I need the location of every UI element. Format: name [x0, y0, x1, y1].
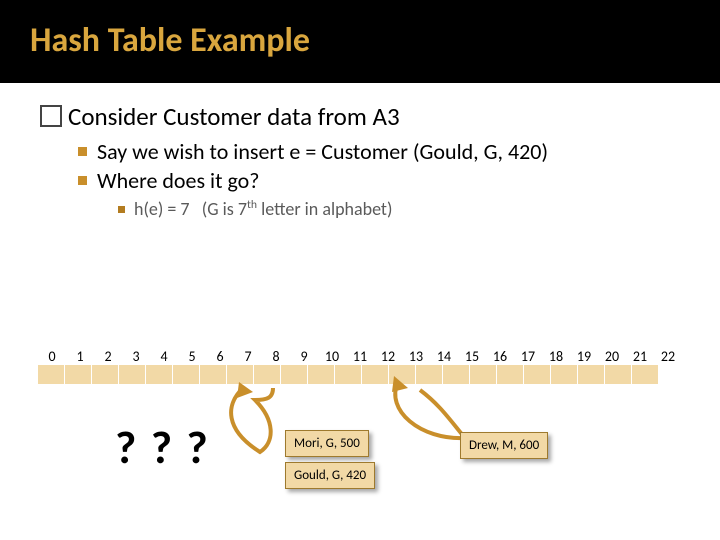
checkbox-icon: [40, 105, 62, 127]
slot-cell: [308, 365, 335, 385]
slot-cell: [497, 365, 524, 385]
index-cell: 6: [206, 348, 234, 365]
index-cell: 7: [234, 348, 262, 365]
square-bullet-small-icon: [118, 206, 125, 213]
slot-cell: [551, 365, 578, 385]
slide-title: Hash Table Example: [0, 0, 720, 83]
square-bullet-icon: [78, 176, 87, 185]
slot-cell: [173, 365, 200, 385]
bullet-3-pre: h(e) = 7 (G is 7: [134, 198, 247, 220]
slot-cell: [119, 365, 146, 385]
index-cell: 0: [38, 348, 66, 365]
slot-cell: [578, 365, 605, 385]
index-cell: 10: [318, 348, 346, 365]
index-cell: 15: [458, 348, 486, 365]
hash-table: 012345678910111213141516171819202122: [38, 348, 682, 385]
index-cell: 1: [66, 348, 94, 365]
square-bullet-icon: [78, 147, 87, 156]
slot-cell: [524, 365, 551, 385]
bullet-3-sup: th: [247, 198, 257, 212]
bullet-3-post: letter in alphabet): [257, 198, 392, 220]
slot-cell: [632, 365, 659, 385]
slot-row: [38, 365, 682, 385]
record-label-mori: Mori, G, 500: [285, 430, 369, 457]
bullet-level-2-a: Say we wish to insert e = Customer (Goul…: [78, 138, 680, 165]
index-cell: 2: [94, 348, 122, 365]
question-marks: ? ? ?: [115, 420, 210, 476]
index-cell: 20: [598, 348, 626, 365]
bullet-2a-text: Say we wish to insert e = Customer (Goul…: [97, 138, 548, 165]
slot-cell: [146, 365, 173, 385]
index-cell: 16: [486, 348, 514, 365]
index-cell: 3: [122, 348, 150, 365]
bullet-2b-text: Where does it go?: [97, 167, 259, 194]
index-cell: 9: [290, 348, 318, 365]
record-label-drew: Drew, M, 600: [460, 432, 548, 459]
index-cell: 11: [346, 348, 374, 365]
index-cell: 22: [654, 348, 682, 365]
bullet-1-text: Consider Customer data from A3: [68, 101, 400, 132]
slot-cell: [65, 365, 92, 385]
bullet-level-1: Consider Customer data from A3: [40, 101, 680, 132]
index-cell: 4: [150, 348, 178, 365]
index-cell: 21: [626, 348, 654, 365]
slot-cell: [92, 365, 119, 385]
index-cell: 18: [542, 348, 570, 365]
index-row: 012345678910111213141516171819202122: [38, 348, 682, 365]
index-cell: 5: [178, 348, 206, 365]
index-cell: 13: [402, 348, 430, 365]
record-label-gould: Gould, G, 420: [285, 462, 375, 489]
slot-cell: [38, 365, 65, 385]
slot-cell: [605, 365, 632, 385]
index-cell: 12: [374, 348, 402, 365]
index-cell: 8: [262, 348, 290, 365]
bullet-level-3: h(e) = 7 (G is 7th letter in alphabet): [118, 198, 680, 220]
index-cell: 14: [430, 348, 458, 365]
slide-body: Consider Customer data from A3 Say we wi…: [0, 83, 720, 220]
index-cell: 17: [514, 348, 542, 365]
slot-cell: [335, 365, 362, 385]
index-cell: 19: [570, 348, 598, 365]
bullet-level-2-b: Where does it go?: [78, 167, 680, 194]
